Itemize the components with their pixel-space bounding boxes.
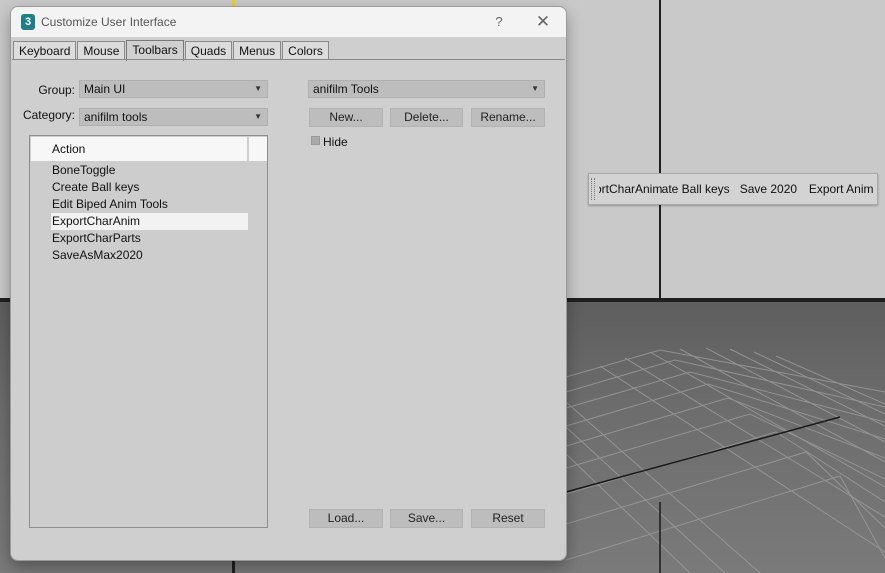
tab-keyboard[interactable]: Keyboard — [13, 41, 77, 60]
toolbar-button-save-2020[interactable]: Save 2020 — [730, 177, 801, 201]
help-button[interactable]: ? — [489, 12, 509, 32]
chevron-down-icon: ▼ — [254, 112, 262, 121]
tab-toolbars[interactable]: Toolbars — [126, 40, 184, 61]
title-bar[interactable]: 3 Customize User Interface ? ✕ — [11, 7, 566, 37]
toolbar-dropdown-value: anifilm Tools — [313, 82, 379, 96]
group-label: Group: — [38, 83, 75, 97]
close-icon: ✕ — [535, 12, 551, 31]
action-header-spacer — [248, 137, 267, 161]
viewport-active-border — [232, 0, 235, 6]
tab-bar: Keyboard Mouse Toolbars Quads Menus Colo… — [13, 40, 330, 61]
category-label: Category: — [22, 108, 75, 122]
delete-toolbar-button[interactable]: Delete... — [390, 108, 463, 127]
hide-label: Hide — [323, 135, 348, 149]
list-item[interactable]: SaveAsMax2020 — [51, 247, 248, 264]
chevron-down-icon: ▼ — [531, 84, 539, 93]
close-button[interactable]: ✕ — [531, 11, 555, 33]
tab-colors[interactable]: Colors — [282, 41, 329, 60]
action-list[interactable]: Action BoneToggle Create Ball keys Edit … — [29, 135, 268, 528]
toolbar-drag-handle[interactable] — [591, 178, 595, 200]
list-item[interactable]: BoneToggle — [51, 162, 248, 179]
new-toolbar-button[interactable]: New... — [309, 108, 383, 127]
category-dropdown-value: anifilm tools — [84, 110, 148, 124]
viewport-divider-vertical-right — [659, 0, 661, 302]
action-column-header[interactable]: Action — [31, 137, 247, 161]
tab-menus[interactable]: Menus — [233, 41, 282, 60]
tab-quads[interactable]: Quads — [184, 41, 233, 60]
list-item-selected[interactable]: ExportCharAnim — [51, 213, 248, 230]
tab-panel-border — [12, 59, 565, 60]
rename-toolbar-button[interactable]: Rename... — [471, 108, 545, 127]
toolbar-button-export-char-anim[interactable]: ExportCharAnim — [599, 177, 662, 201]
save-button[interactable]: Save... — [390, 509, 463, 528]
toolbar-dropdown[interactable]: anifilm Tools ▼ — [308, 80, 545, 98]
load-button[interactable]: Load... — [309, 509, 383, 528]
reset-button[interactable]: Reset — [471, 509, 545, 528]
list-item[interactable]: Edit Biped Anim Tools — [51, 196, 248, 213]
hide-checkbox[interactable] — [311, 136, 320, 145]
toolbar-button-export-anim[interactable]: Export Anim — [801, 177, 877, 201]
chevron-down-icon: ▼ — [254, 84, 262, 93]
floating-toolbar-anifilm[interactable]: ExportCharAnim Create Ball keys Save 202… — [588, 173, 878, 205]
toolbar-button-create-ball-keys[interactable]: Create Ball keys — [662, 177, 729, 201]
group-dropdown[interactable]: Main UI ▼ — [79, 80, 268, 98]
list-item[interactable]: ExportCharParts — [51, 230, 248, 247]
category-dropdown[interactable]: anifilm tools ▼ — [79, 108, 268, 126]
tab-mouse[interactable]: Mouse — [77, 41, 126, 60]
group-dropdown-value: Main UI — [84, 82, 126, 96]
dialog-title: Customize User Interface — [41, 15, 177, 29]
list-item[interactable]: Create Ball keys — [51, 179, 248, 196]
app-icon: 3 — [21, 14, 35, 30]
customize-ui-dialog: 3 Customize User Interface ? ✕ Keyboard … — [11, 7, 566, 560]
